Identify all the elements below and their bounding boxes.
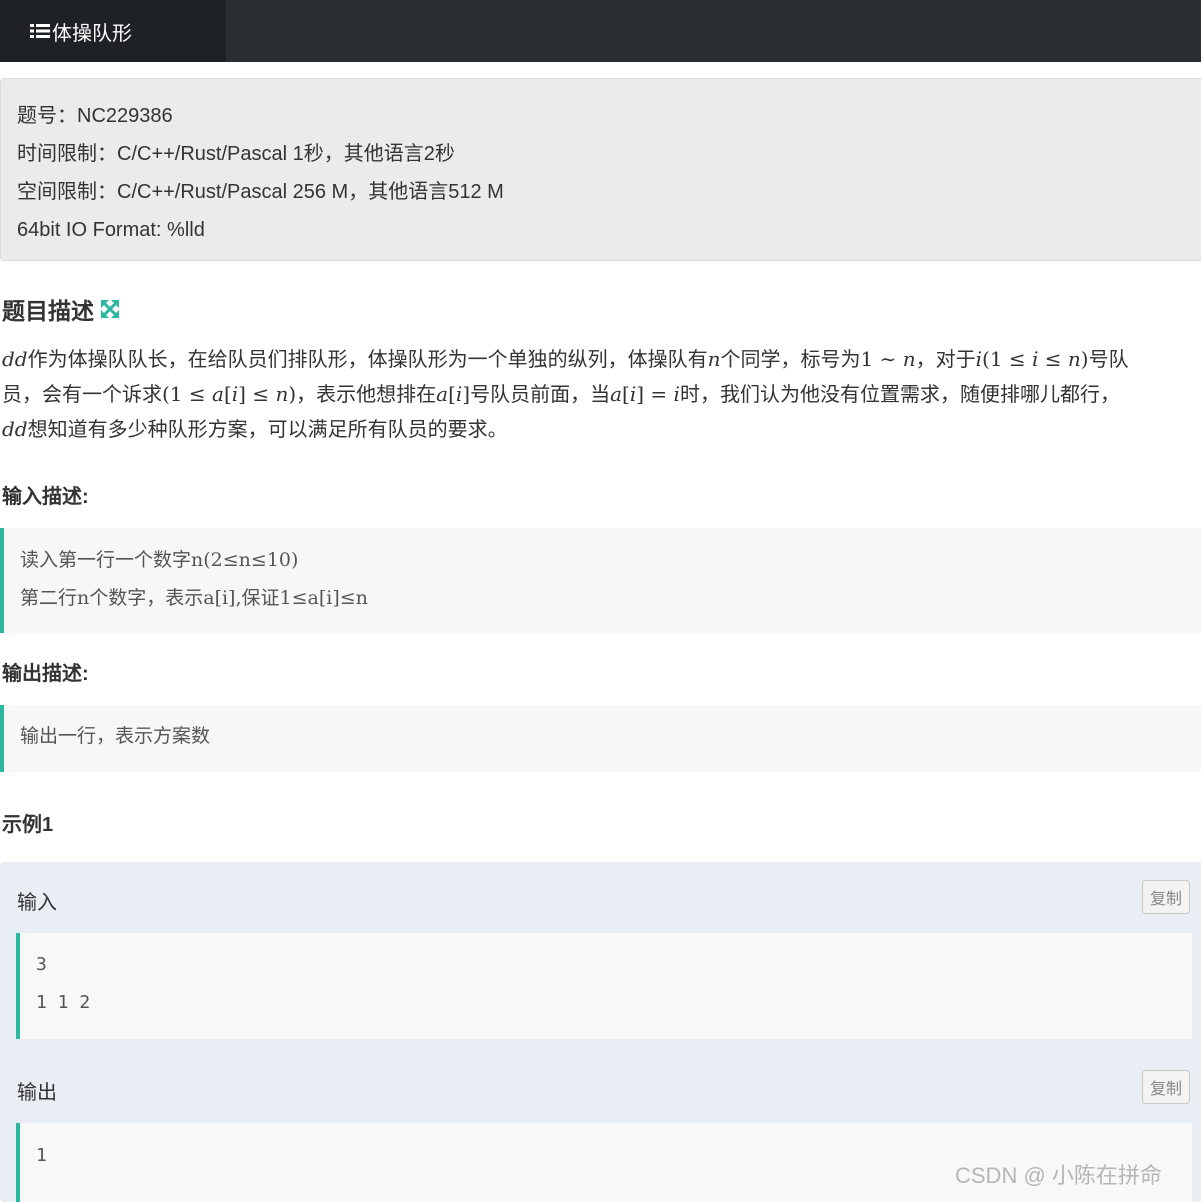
output-description-block: 输出一行，表示方案数: [0, 705, 1201, 772]
math-dd: dd: [2, 347, 28, 371]
input-description-heading: 输入描述:: [2, 486, 89, 508]
tab-title: 体操队形: [52, 22, 132, 45]
problem-info-box: 题号：NC229386 时间限制：C/C++/Rust/Pascal 1秒，其他…: [0, 78, 1201, 261]
desc-text: ，对于: [915, 349, 976, 371]
desc-text: 员，会有一个诉求: [2, 384, 162, 406]
math-1: 1: [860, 347, 874, 371]
math-n: n: [902, 347, 916, 371]
example-input-code: 3 1 1 2: [16, 933, 1192, 1039]
math-a: a: [610, 382, 623, 406]
io-format: 64bit IO Format: %lld: [17, 219, 205, 241]
watermark: CSDN @ 小陈在拼命: [955, 1163, 1162, 1188]
math-a: a: [212, 382, 224, 406]
input-description-line: 第二行n个数字，表示a[i],保证1≤a[i]≤n: [20, 587, 368, 609]
desc-text: 个同学，标号为: [720, 349, 861, 371]
desc-text: 作为体操队队长，在给队员们排队形，体操队形为一个单独的纵列，体操队有: [27, 349, 708, 371]
description-heading-text: 题目描述: [2, 298, 94, 324]
example-input-label: 输入: [17, 892, 57, 914]
expand-icon[interactable]: [100, 299, 120, 319]
input-description-line: 读入第一行一个数字n(2≤n≤10): [20, 549, 299, 571]
math-n: n: [1067, 347, 1081, 371]
math-leq: ] ≤: [238, 382, 276, 406]
input-description-block: 读入第一行一个数字n(2≤n≤10) 第二行n个数字，表示a[i],保证1≤a[…: [0, 528, 1201, 633]
math-leq: ≤: [1038, 347, 1068, 371]
desc-text: 想知道有多少种队形方案，可以满足所有队员的要求。: [27, 419, 508, 441]
code-line: 1 1 2: [36, 992, 91, 1013]
tab-problem-title[interactable]: 体操队形: [0, 0, 226, 62]
example-panel: 输入 复制 3 1 1 2 输出 复制 1: [0, 862, 1201, 1202]
problem-description: dd作为体操队队长，在给队员们排队形，体操队形为一个单独的纵列，体操队有n个同学…: [2, 342, 1201, 447]
output-description-heading: 输出描述:: [2, 663, 89, 685]
desc-text: 号队: [1088, 349, 1129, 371]
copy-input-button[interactable]: 复制: [1142, 880, 1190, 914]
math-n: n: [707, 347, 721, 371]
math-paren: ): [288, 382, 297, 406]
math-paren: (1 ≤: [982, 347, 1033, 371]
description-line-3: dd想知道有多少种队形方案，可以满足所有队员的要求。: [2, 412, 1201, 447]
math-paren: ): [1080, 347, 1089, 371]
math-eq: ] =: [636, 382, 674, 406]
problem-id: 题号：NC229386: [17, 105, 173, 127]
math-paren: (1 ≤: [162, 382, 212, 406]
memory-limit: 空间限制：C/C++/Rust/Pascal 256 M，其他语言512 M: [17, 181, 504, 203]
desc-text: ，表示他想排在: [296, 384, 437, 406]
math-bracket: [: [448, 382, 456, 406]
math-dd: dd: [2, 417, 28, 441]
description-line-1: dd作为体操队队长，在给队员们排队形，体操队形为一个单独的纵列，体操队有n个同学…: [2, 342, 1201, 377]
math-sim: ∼: [873, 347, 903, 371]
math-a: a: [436, 382, 449, 406]
description-heading: 题目描述: [2, 292, 120, 326]
description-line-2: 员，会有一个诉求(1 ≤ a[i] ≤ n)，表示他想排在a[i]号队员前面，当…: [2, 377, 1201, 412]
output-description-line: 输出一行，表示方案数: [20, 725, 211, 747]
math-bracket: ]: [462, 382, 471, 406]
math-bracket: [: [622, 382, 630, 406]
list-icon: [30, 24, 50, 38]
math-bracket: [: [223, 382, 232, 406]
math-n: n: [275, 382, 289, 406]
desc-text: 号队员前面，当: [470, 384, 611, 406]
example-heading: 示例1: [2, 814, 54, 836]
code-line: 3: [36, 954, 47, 975]
time-limit: 时间限制：C/C++/Rust/Pascal 1秒，其他语言2秒: [17, 143, 455, 165]
copy-output-button[interactable]: 复制: [1142, 1070, 1190, 1104]
desc-text: 时，我们认为他没有位置需求，随便排哪儿都行，: [679, 384, 1120, 406]
example-output-label: 输出: [17, 1082, 57, 1104]
top-bar: 体操队形: [0, 0, 1201, 62]
